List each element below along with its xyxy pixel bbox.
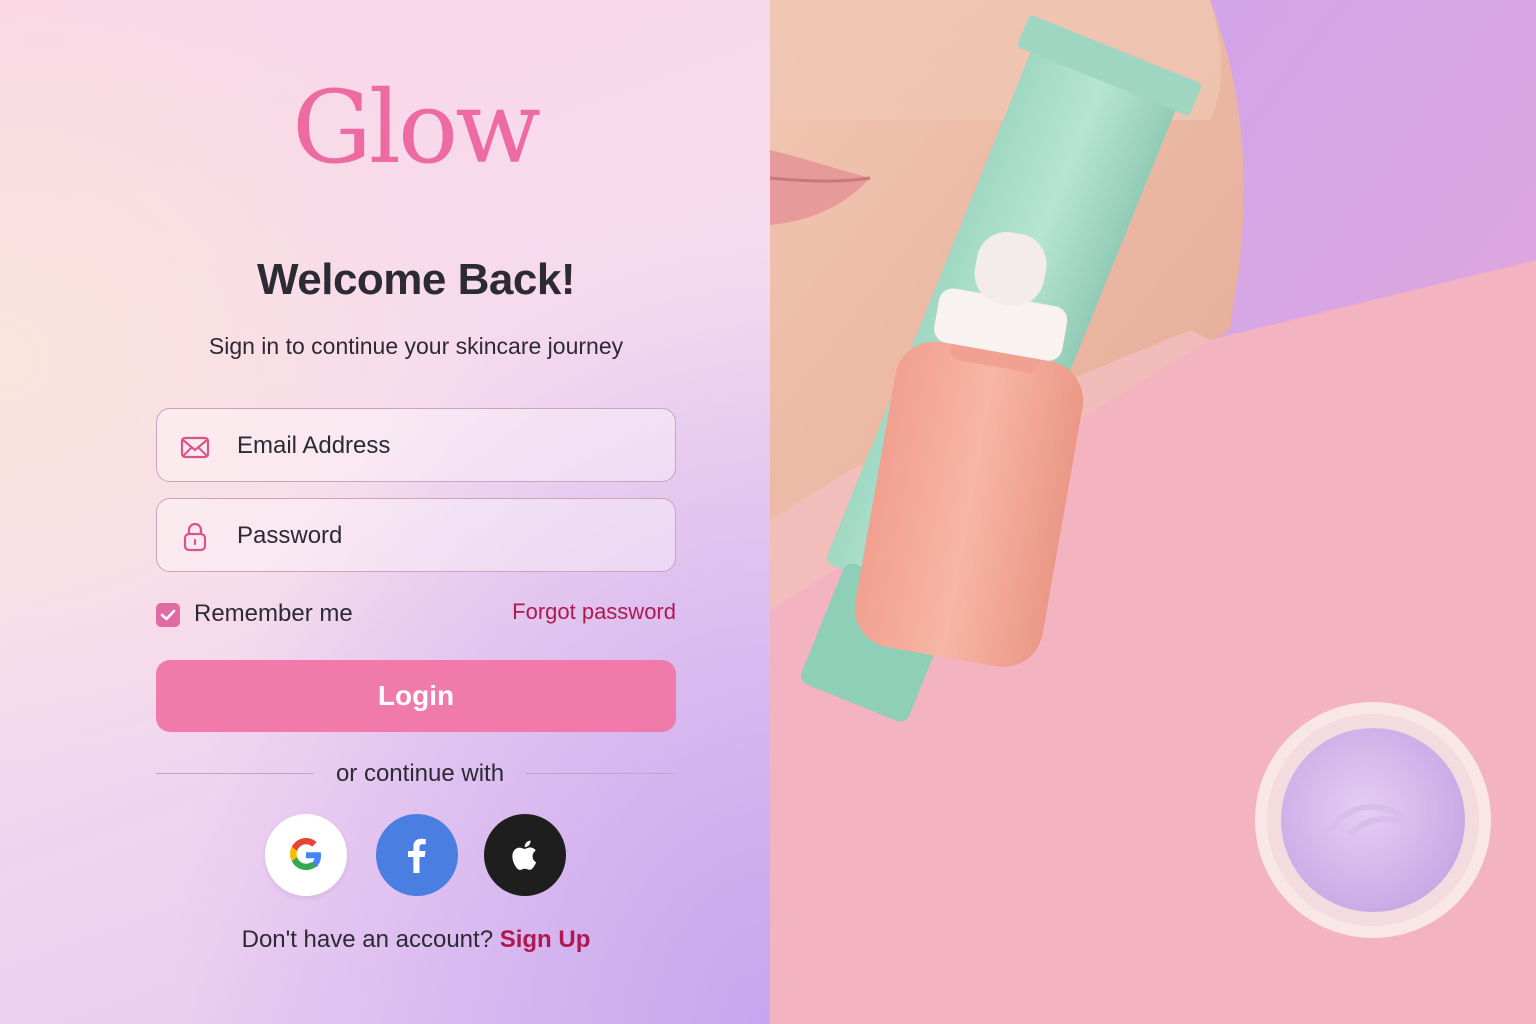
signup-prompt-text: Don't have an account? (241, 926, 494, 953)
envelope-icon (180, 436, 210, 459)
divider-text: or continue with (335, 760, 505, 787)
signup-link[interactable]: Sign Up (500, 926, 591, 953)
page-subtitle: Sign in to continue your skincare journe… (208, 333, 624, 359)
login-button[interactable]: Login (156, 660, 676, 732)
remember-me-label[interactable]: Remember me (194, 600, 353, 628)
password-field[interactable] (156, 498, 676, 572)
page-title: Welcome Back! (257, 255, 575, 304)
hero-image (770, 0, 1536, 1024)
google-icon (290, 838, 321, 870)
apple-login-button[interactable] (484, 814, 566, 896)
lock-icon (183, 522, 207, 552)
google-login-button[interactable] (265, 814, 347, 896)
facebook-login-button[interactable] (376, 814, 458, 896)
email-field[interactable] (156, 408, 676, 482)
password-input[interactable] (235, 517, 659, 555)
divider-left (156, 773, 314, 774)
facebook-icon (408, 838, 426, 873)
forgot-password-link[interactable]: Forgot password (512, 599, 676, 625)
signup-prompt: Don't have an account? Sign Up (156, 926, 676, 954)
login-panel: Glow Welcome Back! Sign in to continue y… (0, 0, 770, 1024)
apple-icon (512, 840, 537, 870)
divider-right (526, 773, 674, 774)
email-input[interactable] (235, 427, 659, 465)
checkmark-icon (160, 609, 176, 621)
login-form: Welcome Back! Sign in to continue your s… (156, 0, 676, 1024)
remember-me-checkbox[interactable] (156, 603, 180, 627)
skincare-products-image (770, 0, 1536, 1024)
